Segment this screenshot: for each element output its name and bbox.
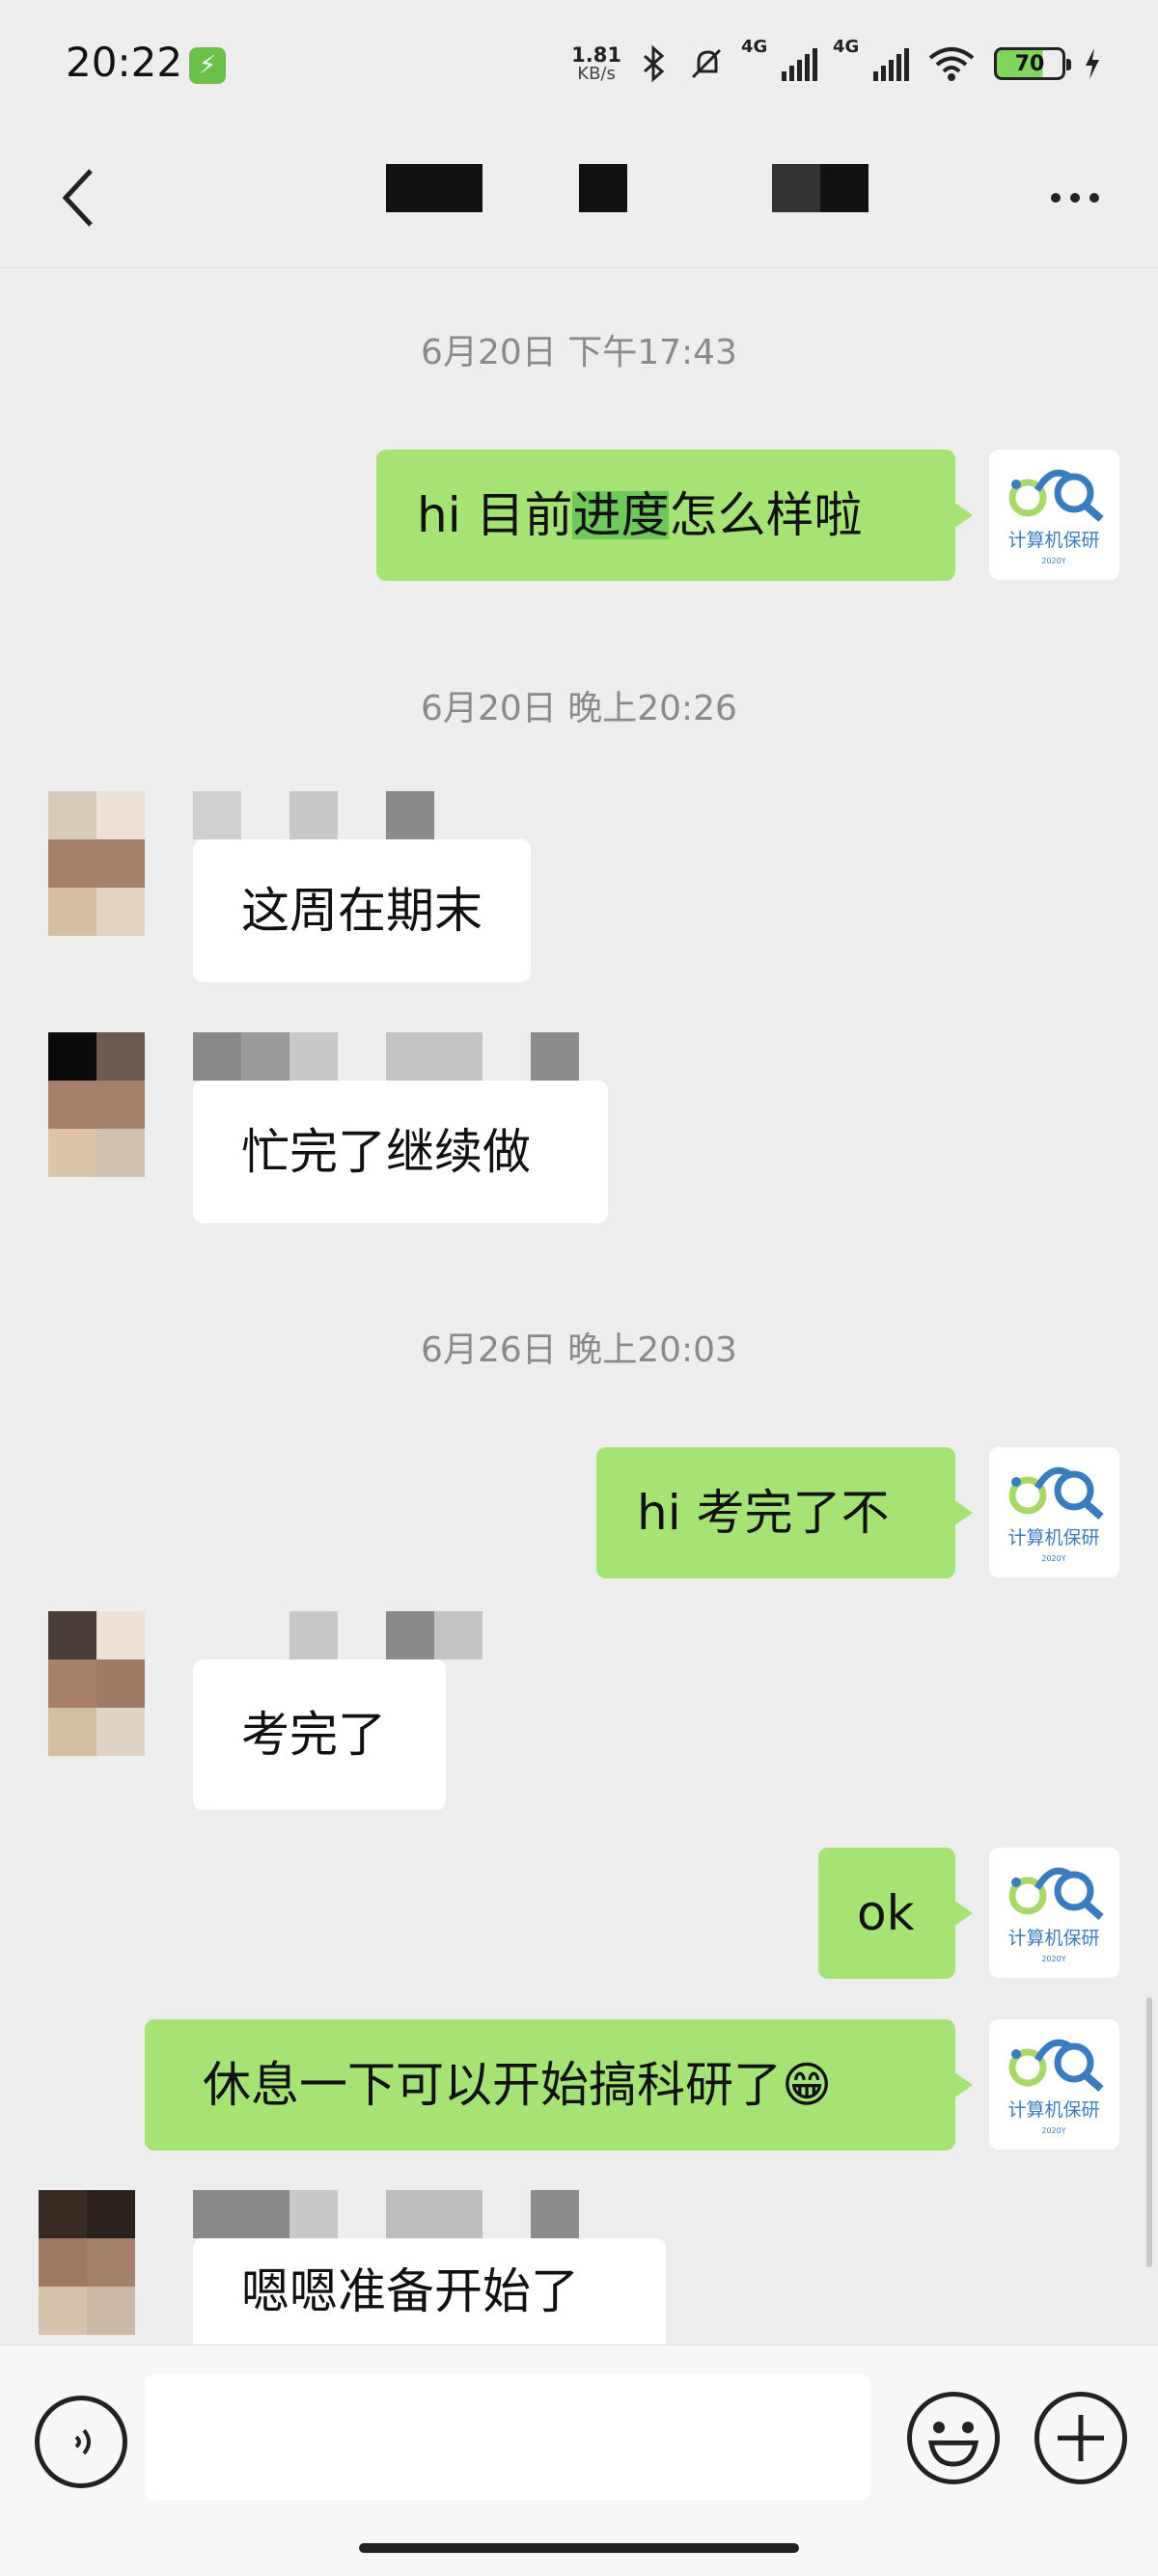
- avatar-sublabel: 2020Y: [1041, 1955, 1065, 1963]
- voice-input-button[interactable]: [35, 2396, 127, 2488]
- incoming-message-bubble[interactable]: 这周在期末: [193, 839, 531, 982]
- brand-logo-icon: 计算机保研 2020Y: [1007, 469, 1104, 565]
- contact-avatar[interactable]: [39, 2190, 145, 2335]
- message-text: 怎么样啦: [669, 487, 863, 543]
- incoming-message-bubble[interactable]: 考完了: [193, 1659, 446, 1810]
- avatar-label: 计算机保研: [1007, 1928, 1099, 1949]
- message-text: ok: [857, 1885, 915, 1941]
- message-text: 考完了: [241, 1707, 386, 1763]
- brand-logo-icon: 计算机保研 2020Y: [1007, 1466, 1104, 1563]
- battery-level: 70: [1014, 51, 1045, 76]
- back-button[interactable]: [50, 159, 108, 236]
- contact-avatar[interactable]: [48, 1611, 145, 1756]
- voice-icon: [74, 2428, 91, 2455]
- message-text: hi 目前: [417, 487, 573, 543]
- message-timestamp: 6月20日 下午17:43: [421, 333, 737, 372]
- input-bar: [0, 2344, 1158, 2576]
- plus-icon: [1058, 2415, 1104, 2461]
- more-dot-icon: [1051, 193, 1061, 203]
- avatar-label: 计算机保研: [1007, 2099, 1099, 2121]
- battery-indicator: 70: [994, 47, 1071, 80]
- message-text: 休息一下可以开始搞科研了: [203, 2057, 782, 2113]
- brand-logo-icon: 计算机保研 2020Y: [1007, 1867, 1104, 1963]
- outgoing-message-bubble[interactable]: 休息一下可以开始搞科研了 😁: [145, 2019, 973, 2151]
- brand-logo-icon: 计算机保研 2020Y: [1007, 2039, 1104, 2135]
- cellular-signal-2: 4G: [833, 37, 909, 81]
- avatar-label: 计算机保研: [1007, 530, 1099, 551]
- emoji-button[interactable]: [907, 2392, 1000, 2484]
- network-speed-unit: KB/s: [577, 63, 616, 84]
- self-avatar[interactable]: 计算机保研 2020Y: [989, 2019, 1119, 2150]
- outgoing-message-bubble[interactable]: hi 考完了不: [596, 1447, 973, 1578]
- network-speed-value: 1.81: [571, 42, 621, 67]
- home-indicator[interactable]: [359, 2543, 799, 2553]
- message-input[interactable]: [145, 2374, 870, 2500]
- status-bar: 20:22 ⚡ 1.81 KB/s 4G 4G 70: [0, 0, 1158, 130]
- chevron-left-icon: [62, 169, 93, 227]
- incoming-message-bubble[interactable]: 嗯嗯准备开始了: [193, 2238, 666, 2344]
- more-dot-icon: [1070, 193, 1080, 203]
- contact-name-redacted: [193, 791, 434, 839]
- message-text: 忙完了继续做: [241, 1124, 531, 1180]
- self-avatar[interactable]: 计算机保研 2020Y: [989, 450, 1119, 580]
- smiley-icon: [928, 2422, 979, 2467]
- more-options-button[interactable]: [1036, 169, 1114, 227]
- chat-title-redacted: [579, 164, 627, 212]
- wifi-icon: [928, 47, 975, 81]
- avatar-label: 计算机保研: [1007, 1527, 1099, 1548]
- message-text: hi 考完了不: [637, 1485, 890, 1541]
- header-divider: [0, 267, 1158, 268]
- avatar-sublabel: 2020Y: [1041, 557, 1065, 565]
- status-time: 20:22: [66, 39, 183, 86]
- charging-icon: ⚡: [189, 47, 226, 84]
- bluetooth-icon: [644, 44, 665, 83]
- more-functions-button[interactable]: [1034, 2392, 1127, 2484]
- silent-mode-icon: [691, 48, 722, 79]
- contact-name-redacted: [290, 1611, 482, 1659]
- message-timestamp: 6月20日 晚上20:26: [421, 689, 737, 728]
- grinning-face-emoji-icon: 😁: [782, 2057, 833, 2113]
- signal-2-label: 4G: [833, 37, 860, 57]
- network-speed: 1.81 KB/s: [571, 42, 621, 84]
- contact-name-redacted: [193, 1032, 579, 1081]
- outgoing-message-bubble[interactable]: ok: [818, 1848, 973, 1979]
- status-icons: 1.81 KB/s 4G 4G 70: [571, 37, 1102, 85]
- avatar-sublabel: 2020Y: [1041, 2126, 1065, 2135]
- contact-avatar[interactable]: [48, 1032, 145, 1177]
- signal-1-label: 4G: [741, 37, 768, 57]
- message-text: 嗯嗯准备开始了: [241, 2263, 579, 2319]
- chat-header: [0, 130, 1158, 267]
- self-avatar[interactable]: 计算机保研 2020Y: [989, 1447, 1119, 1577]
- chat-title-redacted: [386, 164, 482, 212]
- outgoing-message-bubble[interactable]: hi 目前 进度 怎么样啦: [376, 450, 973, 581]
- more-dot-icon: [1089, 193, 1099, 203]
- message-timestamp: 6月26日 晚上20:03: [421, 1330, 737, 1370]
- incoming-message-bubble[interactable]: 忙完了继续做: [193, 1081, 608, 1223]
- message-text-highlight: 进度: [572, 487, 670, 543]
- cellular-signal-1: 4G: [741, 37, 817, 81]
- contact-name-redacted: [193, 2190, 579, 2238]
- self-avatar[interactable]: 计算机保研 2020Y: [989, 1848, 1119, 1978]
- chat-title-redacted: [772, 164, 868, 212]
- battery-charging-icon: [1086, 48, 1099, 79]
- message-text: 这周在期末: [241, 883, 482, 939]
- avatar-sublabel: 2020Y: [1041, 1554, 1065, 1563]
- contact-avatar[interactable]: [48, 791, 145, 936]
- scrollbar[interactable]: [1146, 1997, 1152, 2267]
